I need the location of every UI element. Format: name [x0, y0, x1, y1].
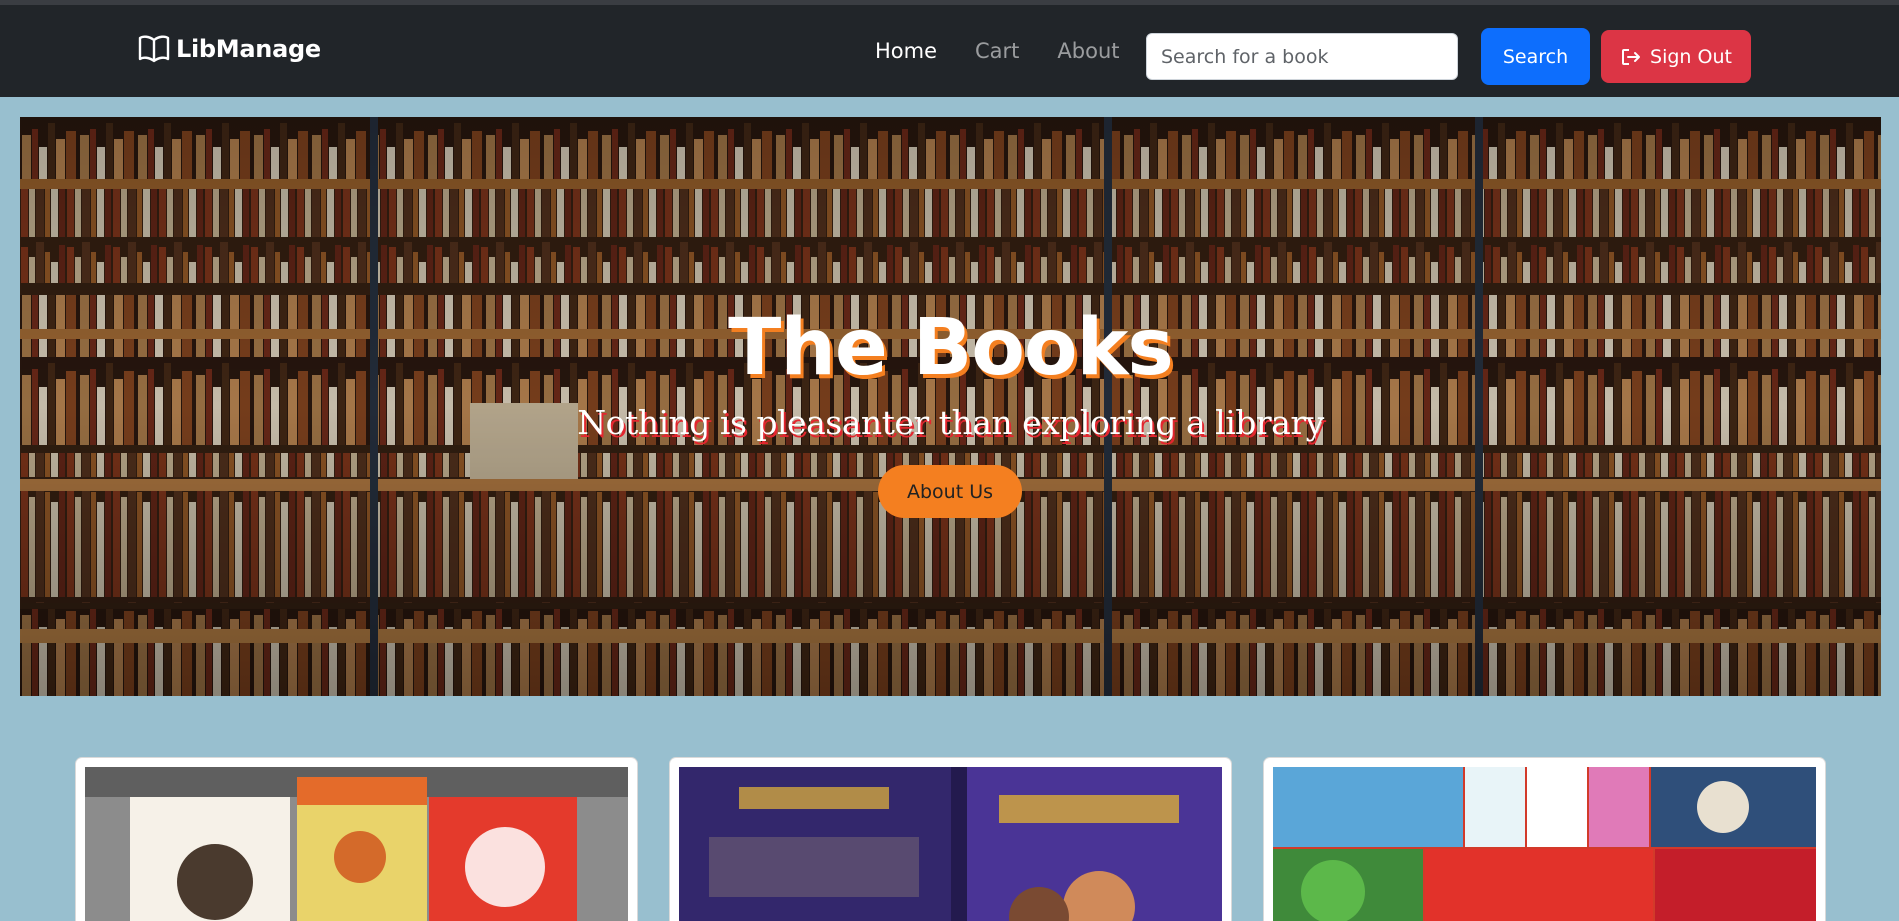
sign-out-button[interactable]: Sign Out — [1601, 30, 1751, 83]
book-card[interactable] — [669, 757, 1232, 921]
sign-out-icon — [1622, 48, 1641, 65]
book-card[interactable] — [75, 757, 638, 921]
brand-link[interactable]: LibManage — [138, 35, 321, 63]
search-button[interactable]: Search — [1481, 28, 1590, 85]
hero-subtitle: Nothing is pleasanter than exploring a l… — [577, 403, 1324, 442]
search-input[interactable] — [1146, 33, 1458, 80]
book-card[interactable] — [1263, 757, 1826, 921]
nav-about[interactable]: About — [1057, 39, 1119, 63]
book-icon — [138, 35, 170, 63]
brand-name: LibManage — [176, 35, 321, 63]
hero-title: The Books — [728, 303, 1174, 393]
nav-home[interactable]: Home — [875, 39, 937, 63]
shivaji-books-cover-image — [85, 767, 628, 921]
hero-banner: The Books Nothing is pleasanter than exp… — [20, 117, 1881, 696]
comics-collage-image — [1273, 767, 1816, 921]
nav-cart[interactable]: Cart — [975, 39, 1019, 63]
about-us-button[interactable]: About Us — [878, 465, 1022, 518]
navbar: LibManage Home Cart About Search Sign Ou… — [0, 5, 1899, 97]
sign-out-label: Sign Out — [1650, 45, 1732, 68]
nav-links: Home Cart About — [875, 39, 1158, 63]
vultures-and-kings-cover-image — [679, 767, 1222, 921]
